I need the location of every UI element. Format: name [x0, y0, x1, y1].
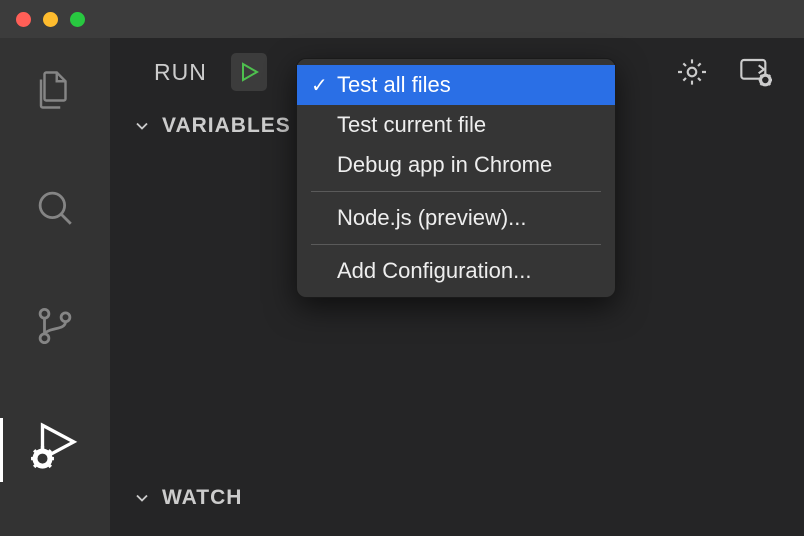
debug-console-button[interactable] — [738, 56, 774, 88]
menu-separator — [311, 244, 601, 245]
debug-console-icon — [738, 56, 774, 88]
panel-title: RUN — [154, 59, 207, 86]
config-option-label: Debug app in Chrome — [337, 152, 552, 178]
branch-icon — [34, 305, 76, 347]
config-option[interactable]: ✓ Node.js (preview)... — [297, 198, 615, 238]
menu-separator — [311, 191, 601, 192]
activity-run-debug[interactable] — [25, 414, 85, 474]
debug-icon — [30, 419, 80, 469]
search-icon — [34, 187, 76, 229]
activity-explorer[interactable] — [25, 60, 85, 120]
files-icon — [34, 69, 76, 111]
config-option[interactable]: ✓ Test current file — [297, 105, 615, 145]
watch-label: WATCH — [162, 486, 242, 510]
activity-active-indicator — [0, 418, 3, 482]
activity-bar — [0, 38, 110, 536]
chevron-down-icon — [132, 116, 152, 136]
add-configuration-option[interactable]: ✓ Add Configuration... — [297, 251, 615, 291]
window-close-button[interactable] — [16, 12, 31, 27]
activity-search[interactable] — [25, 178, 85, 238]
config-option-label: Test current file — [337, 112, 486, 138]
play-icon — [237, 60, 261, 84]
activity-source-control[interactable] — [25, 296, 85, 356]
config-option-label: Node.js (preview)... — [337, 205, 527, 231]
watch-section-header[interactable]: WATCH — [110, 478, 804, 518]
check-icon: ✓ — [311, 73, 337, 98]
window-zoom-button[interactable] — [70, 12, 85, 27]
config-option[interactable]: ✓ Debug app in Chrome — [297, 145, 615, 185]
start-debug-button[interactable] — [231, 53, 267, 91]
title-bar — [0, 0, 804, 38]
window-minimize-button[interactable] — [43, 12, 58, 27]
config-option-label: Add Configuration... — [337, 258, 531, 284]
config-option[interactable]: ✓ Test all files — [297, 65, 615, 105]
variables-label: VARIABLES — [162, 114, 291, 138]
open-settings-button[interactable] — [676, 56, 708, 88]
launch-config-dropdown: ✓ Test all files ✓ Test current file ✓ D… — [296, 58, 616, 298]
gear-icon — [676, 56, 708, 88]
config-option-label: Test all files — [337, 72, 451, 98]
chevron-down-icon — [132, 488, 152, 508]
